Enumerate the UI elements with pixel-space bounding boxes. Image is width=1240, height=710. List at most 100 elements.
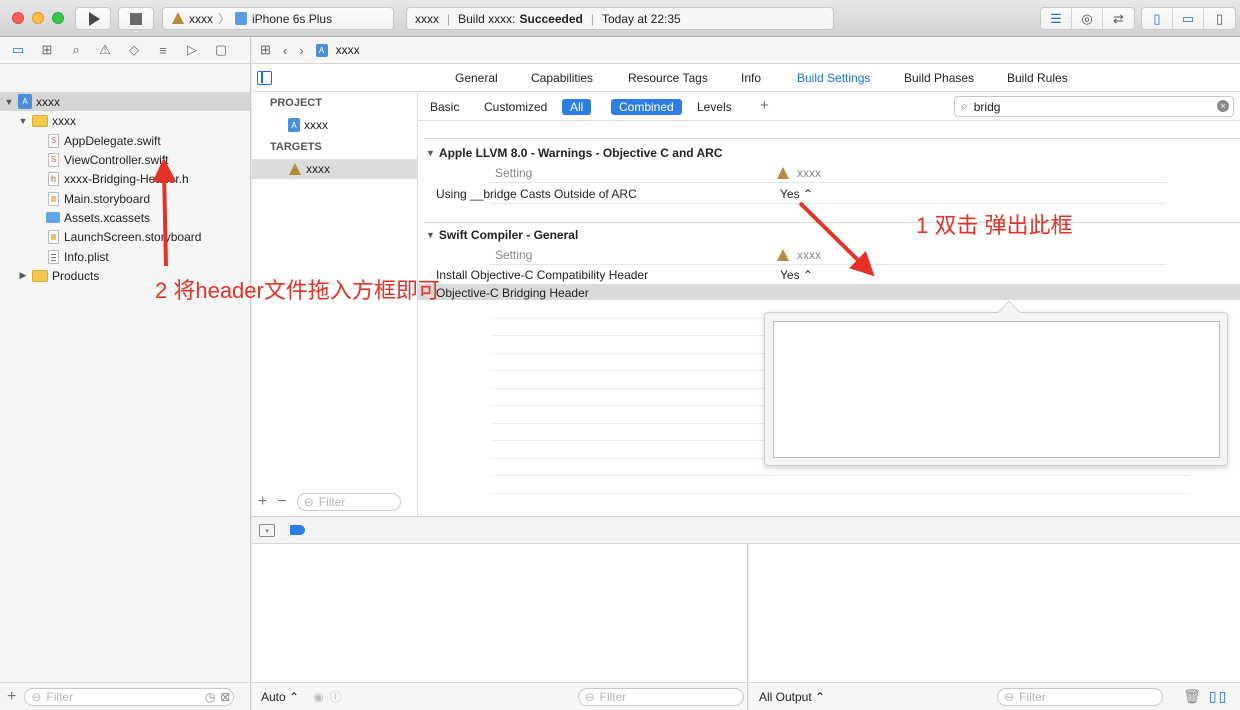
- filter-combined-button[interactable]: Combined: [611, 99, 682, 115]
- disclosure-open-icon[interactable]: ▼: [426, 148, 435, 158]
- navigator-filter-input[interactable]: ⊖ Filter ◷ ⊠: [24, 687, 235, 706]
- search-icon[interactable]: ⌕: [66, 41, 86, 59]
- folder-icon[interactable]: ▭: [8, 41, 28, 59]
- tab-build-rules[interactable]: Build Rules: [1007, 71, 1068, 85]
- forward-icon[interactable]: ›: [299, 43, 303, 58]
- stop-button[interactable]: [118, 7, 154, 30]
- minimize-window-button[interactable]: [32, 12, 44, 24]
- tree-file-row[interactable]: S AppDelegate.swift: [0, 131, 250, 150]
- split-left-icon[interactable]: ▯: [1209, 688, 1217, 705]
- filter-customized-button[interactable]: Customized: [476, 99, 555, 115]
- disclosure-open-icon[interactable]: ▼: [426, 230, 435, 240]
- auto-selector[interactable]: Auto ⌃: [261, 690, 299, 704]
- tree-file-row[interactable]: Main.storyboard: [0, 189, 250, 208]
- info-icon[interactable]: ⓘ: [330, 688, 342, 705]
- bridging-header-popover: [764, 300, 1228, 466]
- app-target-icon: [288, 162, 302, 176]
- toggle-navigator-icon[interactable]: ▯: [1142, 8, 1173, 29]
- test-icon[interactable]: ◇: [124, 41, 144, 59]
- targets-filter-input[interactable]: ⊖ Filter: [296, 493, 401, 511]
- tab-capabilities[interactable]: Capabilities: [531, 71, 593, 85]
- split-right-icon[interactable]: ▯: [1219, 688, 1227, 705]
- output-selector[interactable]: All Output ⌃: [759, 690, 825, 704]
- add-target-button[interactable]: +: [258, 493, 267, 511]
- tab-info[interactable]: Info: [741, 71, 761, 85]
- zoom-window-button[interactable]: [52, 12, 64, 24]
- filter-icon: ⊖: [303, 495, 314, 509]
- disclosure-closed-icon[interactable]: ▶: [18, 270, 28, 281]
- breakpoints-toggle-icon[interactable]: [290, 525, 305, 535]
- tree-file-row[interactable]: Assets.xcassets: [0, 208, 250, 227]
- assistant-editor-icon[interactable]: ◎: [1072, 8, 1103, 29]
- back-icon[interactable]: ‹: [283, 43, 287, 58]
- swift-file-icon: S: [48, 133, 59, 148]
- version-editor-icon[interactable]: ⇄: [1103, 8, 1134, 29]
- project-item[interactable]: A xxxx: [252, 115, 417, 135]
- remove-target-button[interactable]: −: [277, 493, 286, 511]
- toggle-utilities-icon[interactable]: ▯: [1204, 8, 1235, 29]
- target-item[interactable]: xxxx: [252, 159, 417, 179]
- annotation-step-1: 1 双击 弹出此框: [916, 213, 1073, 238]
- tree-file-row[interactable]: h xxxx-Bridging-Header.h: [0, 169, 250, 188]
- tree-file-row[interactable]: Info.plist: [0, 247, 250, 266]
- setting-row-name[interactable]: Using __bridge Casts Outside of ARC: [436, 187, 637, 201]
- hide-debug-area-icon[interactable]: ▾: [259, 524, 275, 537]
- column-setting: Setting: [495, 248, 533, 262]
- file-name: Info.plist: [64, 249, 109, 264]
- filter-placeholder: Filter: [599, 689, 627, 704]
- bridging-header-value-input[interactable]: [773, 321, 1220, 458]
- setting-row-name[interactable]: Install Objective-C Compatibility Header: [436, 268, 648, 282]
- toggle-debug-area-icon[interactable]: ▭: [1173, 8, 1204, 29]
- filter-placeholder: Filter: [1019, 689, 1046, 704]
- tab-build-settings[interactable]: Build Settings: [797, 71, 870, 85]
- stop-icon: [130, 12, 142, 25]
- close-window-button[interactable]: [12, 12, 24, 24]
- setting-row-name[interactable]: Objective-C Bridging Header: [436, 286, 589, 300]
- section-title: Apple LLVM 8.0 - Warnings - Objective C …: [438, 146, 723, 160]
- disclosure-open-icon[interactable]: ▼: [18, 116, 28, 126]
- tree-file-row[interactable]: S ViewController.swift: [0, 150, 250, 169]
- standard-editor-icon[interactable]: ☰: [1041, 8, 1072, 29]
- section-header[interactable]: ▼ Apple LLVM 8.0 - Warnings - Objective …: [426, 146, 723, 160]
- setting-row-value[interactable]: Yes ⌃: [780, 187, 813, 201]
- filter-icon: ⊖: [1004, 689, 1015, 704]
- clear-search-icon[interactable]: ×: [1217, 100, 1229, 112]
- setting-row-value[interactable]: Yes ⌃: [780, 268, 813, 282]
- tree-group-row[interactable]: ▼ xxxx: [0, 111, 250, 130]
- section-header[interactable]: ▼ Swift Compiler - General: [426, 228, 578, 242]
- filter-basic-button[interactable]: Basic: [422, 99, 467, 115]
- add-setting-button[interactable]: +: [752, 96, 777, 115]
- scheme-selector[interactable]: xxxx 〉 iPhone 6s Plus: [162, 7, 394, 30]
- report-icon[interactable]: ▢: [211, 41, 231, 59]
- scm-status-icon[interactable]: ⊠: [220, 690, 230, 704]
- run-button[interactable]: [75, 7, 111, 30]
- project-navigator: ▭ ⊞ ⌕ ⚠ ◇ ≡ ▷ ▢ ▼ A xxxx ▼ xxxx S AppDel…: [0, 37, 251, 710]
- tab-general[interactable]: General: [455, 71, 498, 85]
- tab-resource-tags[interactable]: Resource Tags: [628, 71, 708, 85]
- recent-files-icon[interactable]: ◷: [205, 690, 215, 704]
- breadcrumb[interactable]: A xxxx: [315, 43, 360, 57]
- build-settings-search[interactable]: ⌕ bridg ×: [954, 96, 1234, 117]
- related-items-icon[interactable]: ⊞: [260, 42, 271, 58]
- breakpoint-icon[interactable]: ▷: [182, 41, 202, 59]
- debug-icon[interactable]: ≡: [153, 41, 173, 59]
- warning-icon[interactable]: ⚠: [95, 41, 115, 59]
- sidebar-toggle-icon[interactable]: [257, 71, 272, 85]
- tree-file-row[interactable]: LaunchScreen.storyboard: [0, 227, 250, 246]
- eye-icon[interactable]: ◉: [313, 690, 323, 704]
- filter-placeholder: Filter: [46, 689, 74, 704]
- app-target-icon: [171, 12, 185, 25]
- tree-project-row[interactable]: ▼ A xxxx: [0, 92, 250, 111]
- disclosure-open-icon[interactable]: ▼: [4, 97, 14, 107]
- column-target: xxxx: [776, 248, 821, 262]
- variables-filter-input[interactable]: ⊖ Filter: [577, 687, 744, 706]
- filter-levels-button[interactable]: Levels: [689, 99, 740, 115]
- console-filter-input[interactable]: ⊖ Filter: [997, 687, 1164, 706]
- filter-all-button[interactable]: All: [562, 99, 592, 115]
- add-file-button[interactable]: +: [7, 688, 16, 706]
- tab-build-phases[interactable]: Build Phases: [904, 71, 974, 85]
- project-header: PROJECT: [270, 97, 322, 109]
- symbol-icon[interactable]: ⊞: [37, 41, 57, 59]
- folder-icon: [32, 114, 48, 127]
- trash-icon[interactable]: 🗑: [1183, 688, 1201, 705]
